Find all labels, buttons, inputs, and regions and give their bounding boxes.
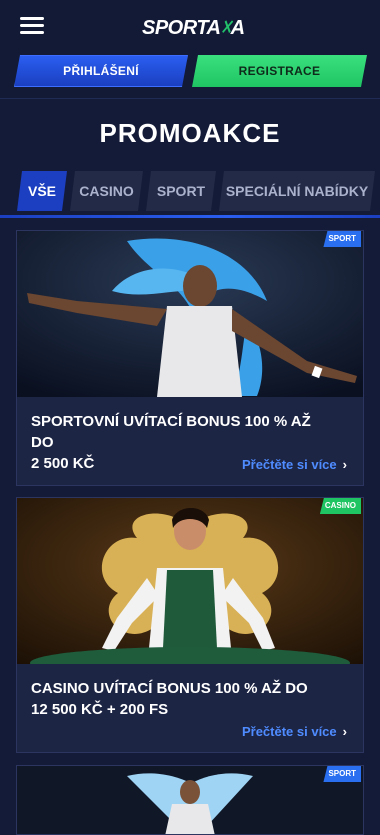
tab-sport[interactable]: SPORT [146, 171, 216, 211]
page-title: PROMOAKCE [99, 118, 281, 148]
read-more-label: Přečtěte si více [241, 457, 337, 472]
tab-special-offers[interactable]: SPECIÁLNÍ NABÍDKY [219, 171, 375, 211]
category-badge-casino: CASINO [319, 498, 361, 514]
promo-filter-tabs: VŠE CASINO SPORT SPECIÁLNÍ NABÍDKY [17, 171, 380, 211]
promo-title-line: 12 500 KČ + 200 FS [31, 701, 169, 718]
read-more-label: Přečtěte si více [241, 724, 337, 739]
sportaxa-logo[interactable]: SPORTA☓A [142, 14, 245, 42]
tab-underline [0, 215, 380, 218]
logo-text: SPORTA [142, 17, 221, 39]
tab-all[interactable]: VŠE [17, 171, 67, 211]
read-more-link[interactable]: Přečtěte si více › [242, 457, 347, 472]
chevron-right-icon: › [342, 724, 347, 739]
promo-card-sport-welcome[interactable]: SPORT SPORTOVNÍ UVÍTACÍ BONUS 100 % AŽ D… [16, 230, 364, 486]
logo-text-end: A [230, 17, 245, 39]
promo-card-sport-partial[interactable]: SPORT [16, 765, 364, 835]
top-bar: SPORTA☓A PŘIHLÁŠENÍ REGISTRACE [0, 0, 380, 99]
tab-casino[interactable]: CASINO [70, 171, 143, 211]
promo-image-sport: SPORT [17, 766, 363, 834]
category-badge-sport: SPORT [323, 231, 361, 247]
register-button[interactable]: REGISTRACE [192, 55, 367, 87]
chevron-right-icon: › [342, 457, 347, 472]
category-badge-sport: SPORT [323, 766, 361, 782]
promo-title-line: CASINO UVÍTACÍ BONUS 100 % AŽ DO [31, 680, 308, 697]
promo-title-line: SPORTOVNÍ UVÍTACÍ BONUS 100 % AŽ DO [31, 413, 311, 451]
logo-x-mark: ☓ [220, 17, 232, 39]
promo-image-croupier: CASINO [17, 498, 363, 664]
promo-title: CASINO UVÍTACÍ BONUS 100 % AŽ DO 12 500 … [31, 678, 331, 720]
read-more-link[interactable]: Přečtěte si více › [242, 724, 347, 739]
promo-card-casino-welcome[interactable]: CASINO CASINO UVÍTACÍ BONUS 100 % AŽ DO … [16, 497, 364, 753]
promo-image-footballer: SPORT [17, 231, 363, 397]
login-button[interactable]: PŘIHLÁŠENÍ [14, 55, 188, 87]
hamburger-menu-icon[interactable] [20, 17, 44, 37]
